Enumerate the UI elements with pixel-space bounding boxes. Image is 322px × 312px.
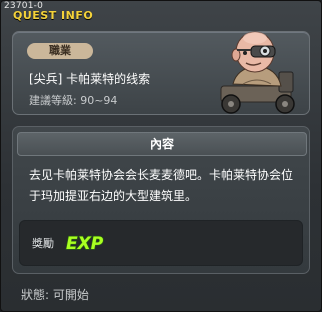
quest-description: 去见卡帕莱特协会会长麦麦德吧。卡帕莱特协会位于玛加提亚右边的大型建筑里。: [29, 168, 294, 203]
content-header: 內容: [17, 132, 307, 156]
quest-status: 狀態: 可開始: [21, 288, 89, 302]
job-badge: 職業: [27, 43, 93, 59]
content-panel: 內容 去见卡帕莱特协会会长麦麦德吧。卡帕莱特协会位于玛加提亚右边的大型建筑里。 …: [12, 126, 310, 274]
npc-portrait: [220, 31, 295, 114]
window-title: QUEST INFO: [13, 9, 94, 22]
exp-label: EXP: [66, 234, 104, 254]
quest-header-panel: 職業 [尖兵] 卡帕莱特的线索 建議等級: 90~94: [12, 31, 310, 115]
exp-icon: EXP: [65, 233, 104, 254]
reward-label: 獎勵: [32, 237, 54, 250]
quest-info-window: 23701-0 QUEST INFO 職業 [尖兵] 卡帕莱特的线索 建議等級:…: [0, 0, 322, 312]
quest-name: [尖兵] 卡帕莱特的线索: [29, 72, 151, 86]
recommended-level: 建議等級: 90~94: [29, 94, 118, 107]
reward-box: 獎勵 EXP: [19, 220, 303, 266]
